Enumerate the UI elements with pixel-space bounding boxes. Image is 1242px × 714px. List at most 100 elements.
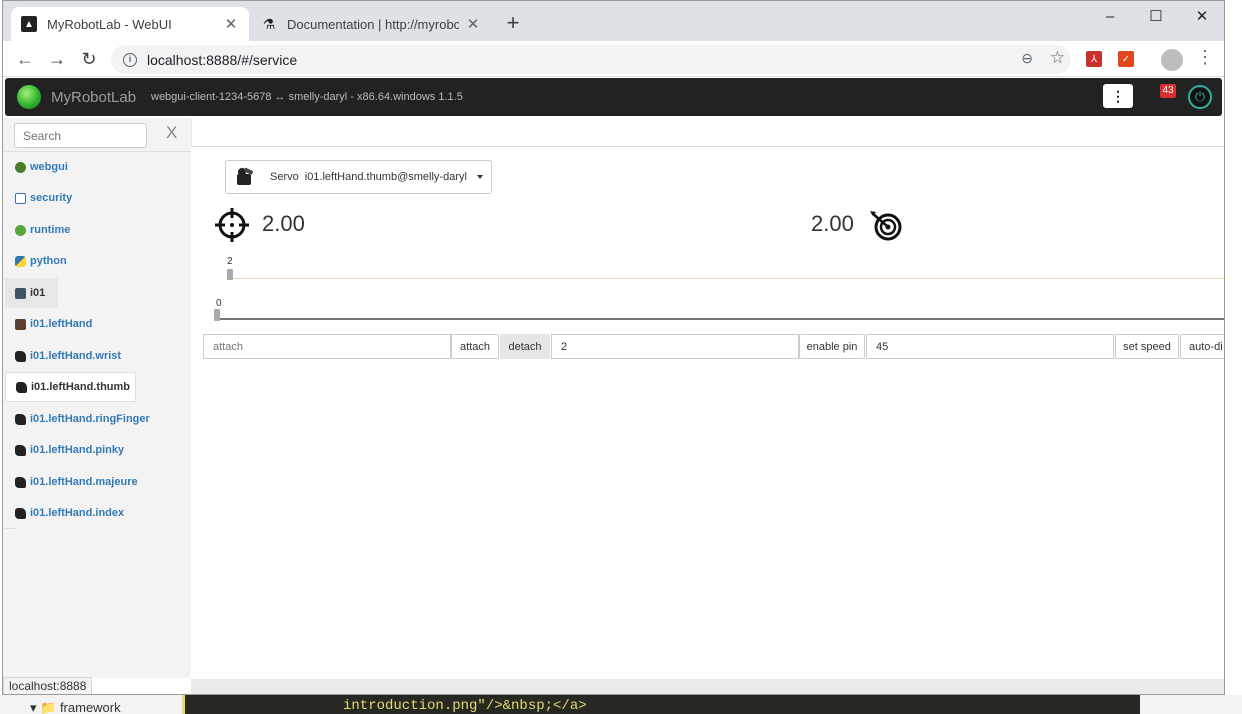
servo-icon xyxy=(15,413,26,425)
app-navbar: MyRobotLab webgui-client-1234-5678 ↔ sme… xyxy=(5,78,1222,116)
speed-input[interactable]: 45 xyxy=(866,334,1114,359)
globe-icon xyxy=(15,161,26,173)
power-icon[interactable]: ⏻ xyxy=(1188,85,1212,109)
browser-window: ▲ MyRobotLab - WebUI ✕ ⚗ Documentation |… xyxy=(2,0,1225,695)
sidebar-item-index[interactable]: i01.leftHand.index xyxy=(5,498,191,528)
servo-icon xyxy=(237,167,254,185)
close-icon[interactable]: ✕ xyxy=(465,15,481,33)
flask-icon: ⚗ xyxy=(262,15,276,32)
extension-icon[interactable]: ✓ xyxy=(1118,51,1134,67)
divider xyxy=(191,146,1224,147)
target-slider-value: 2 xyxy=(227,256,233,267)
sidebar-item-thumb[interactable]: i01.leftHand.thumb xyxy=(5,372,136,402)
mrl-icon: ▲ xyxy=(21,16,37,32)
pin-input[interactable]: 2 xyxy=(551,334,799,359)
tab-title: Documentation | http://myrobotl xyxy=(287,16,459,32)
sidebar-item-label: i01.leftHand xyxy=(30,318,93,330)
back-icon[interactable]: ← xyxy=(13,47,37,71)
current-position-value: 2.00 xyxy=(262,211,305,236)
sidebar-item-python[interactable]: python xyxy=(5,246,191,276)
crosshair-icon xyxy=(215,208,249,242)
position-slider-track[interactable] xyxy=(217,318,1224,320)
bookmark-star-icon[interactable]: ☆ xyxy=(1050,48,1065,68)
profile-avatar[interactable] xyxy=(1161,49,1183,71)
forward-icon[interactable]: → xyxy=(45,47,69,71)
browser-tab-documentation[interactable]: ⚗ Documentation | http://myrobotl ✕ xyxy=(251,7,491,41)
service-selector[interactable]: Servo i01.leftHand.thumb@smelly-daryl xyxy=(225,160,492,194)
pdf-extension-icon[interactable]: ⅄ xyxy=(1086,51,1102,67)
sidebar-item-wrist[interactable]: i01.leftHand.wrist xyxy=(5,341,191,371)
lock-icon xyxy=(15,192,26,204)
sidebar-item-pinky[interactable]: i01.leftHand.pinky xyxy=(5,435,191,465)
sidebar-item-label: i01.leftHand.majeure xyxy=(30,476,138,488)
gear-icon xyxy=(15,224,26,236)
target-slider-handle[interactable] xyxy=(227,269,233,280)
target-slider-track[interactable] xyxy=(230,278,1224,279)
sidebar-item-lefthand[interactable]: i01.leftHand xyxy=(5,309,191,339)
mrl-logo-icon[interactable] xyxy=(17,85,41,109)
url-text: localhost:8888/#/service xyxy=(147,51,298,68)
sidebar-item-label: i01.leftHand.pinky xyxy=(30,444,125,456)
sidebar-item-label: i01.leftHand.wrist xyxy=(30,350,122,362)
inmoov-icon xyxy=(15,287,26,299)
attach-input[interactable] xyxy=(203,334,451,359)
browser-toolbar: ← → ↻ i localhost:8888/#/service ⊖ ☆ ⅄ ✓… xyxy=(3,41,1224,77)
service-sidebar: X webgui security runtime python i01 i01… xyxy=(3,118,191,678)
sidebar-item-label: webgui xyxy=(30,161,68,173)
horizontal-scrollbar[interactable] xyxy=(191,679,1224,694)
servo-icon xyxy=(15,507,26,519)
zoom-icon[interactable]: ⊖ xyxy=(1021,50,1033,67)
target-icon xyxy=(870,211,902,241)
sidebar-item-security[interactable]: security xyxy=(5,183,191,213)
new-tab-button[interactable]: + xyxy=(501,11,525,35)
desktop-background xyxy=(1225,0,1242,714)
service-name: i01.leftHand.thumb@smelly-daryl xyxy=(304,171,467,183)
sidebar-item-ringfinger[interactable]: i01.leftHand.ringFinger xyxy=(5,404,191,434)
attach-button[interactable]: attach xyxy=(451,334,499,359)
target-position-value: 2.00 xyxy=(811,211,854,236)
python-icon xyxy=(15,255,26,267)
sidebar-item-label: i01 xyxy=(30,287,46,299)
browser-tab-webui[interactable]: ▲ MyRobotLab - WebUI ✕ xyxy=(11,7,249,41)
sidebar-item-i01[interactable]: i01 xyxy=(5,278,58,308)
clear-search-button[interactable]: X xyxy=(166,123,177,143)
servo-icon xyxy=(15,350,26,362)
sidebar-item-label: i01.leftHand.ringFinger xyxy=(30,413,150,425)
sidebar-item-runtime[interactable]: runtime xyxy=(5,215,191,245)
servo-icon xyxy=(16,381,27,393)
search-input[interactable] xyxy=(14,123,147,148)
client-info: webgui-client-1234-5678 ↔ smelly-daryl -… xyxy=(151,91,463,103)
background-code-editor: introduction.png"/>&nbsp;</a> xyxy=(182,695,1140,714)
sidebar-item-webgui[interactable]: webgui xyxy=(5,152,191,182)
hand-icon xyxy=(15,318,26,330)
app-brand[interactable]: MyRobotLab xyxy=(51,89,136,106)
enable-pin-button[interactable]: enable pin xyxy=(799,334,865,359)
minimize-button[interactable]: – xyxy=(1087,1,1133,31)
set-speed-button[interactable]: set speed xyxy=(1115,334,1179,359)
info-icon[interactable]: i xyxy=(123,52,137,67)
close-icon[interactable]: ✕ xyxy=(223,15,239,33)
sidebar-item-label: runtime xyxy=(30,224,71,236)
tab-title: MyRobotLab - WebUI xyxy=(47,16,172,32)
notification-badge[interactable]: 43 xyxy=(1160,84,1176,98)
servo-icon xyxy=(15,476,26,488)
servo-controls: attach detach 2 enable pin 45 set speed … xyxy=(203,334,1224,359)
tab-strip: ▲ MyRobotLab - WebUI ✕ ⚗ Documentation |… xyxy=(3,1,1224,41)
address-bar[interactable]: i localhost:8888/#/service ⊖ ☆ xyxy=(111,45,1071,74)
reload-icon[interactable]: ↻ xyxy=(77,47,101,71)
detach-button[interactable]: detach xyxy=(500,334,550,359)
position-slider-handle[interactable] xyxy=(214,309,220,321)
sidebar-item-majeure[interactable]: i01.leftHand.majeure xyxy=(5,467,191,497)
sidebar-item-label: i01.leftHand.index xyxy=(30,507,125,519)
servo-icon xyxy=(15,444,26,456)
app-menu-button[interactable]: ⋮ xyxy=(1103,84,1133,108)
maximize-button[interactable]: ☐ xyxy=(1133,1,1179,31)
divider xyxy=(5,528,17,529)
sidebar-item-label: security xyxy=(30,192,73,204)
close-window-button[interactable]: ✕ xyxy=(1179,1,1224,31)
chrome-menu-icon[interactable]: ⋮ xyxy=(1196,47,1214,68)
auto-disable-button[interactable]: auto-di xyxy=(1180,334,1224,359)
sidebar-item-label: i01.leftHand.thumb xyxy=(31,381,131,393)
status-url: localhost:8888 xyxy=(3,677,93,694)
background-folder-label: ▾ 📁 framework xyxy=(30,700,121,714)
